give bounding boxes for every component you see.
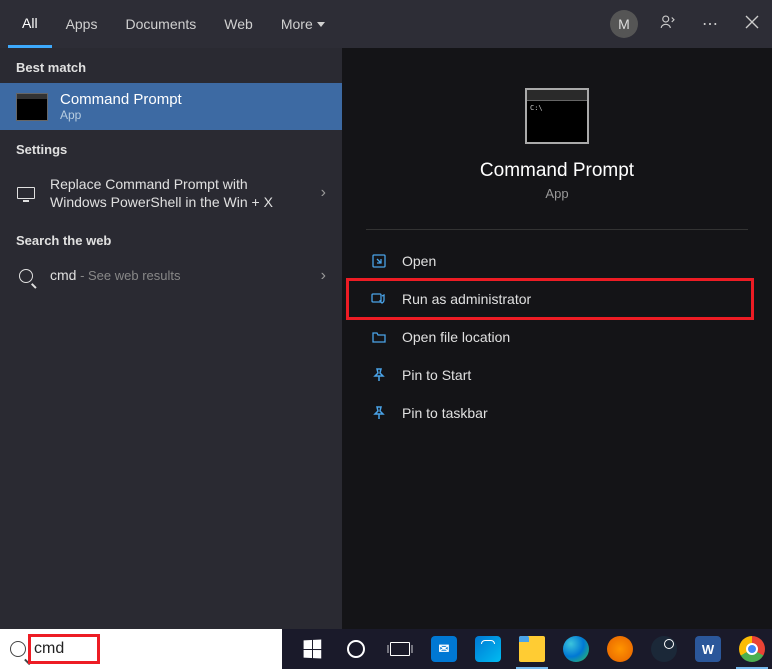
pin-icon: [370, 366, 388, 384]
search-web-header: Search the web: [0, 221, 342, 256]
chrome-icon: [739, 636, 765, 662]
search-icon: [10, 641, 26, 657]
action-pin-start-label: Pin to Start: [402, 367, 471, 383]
taskbar-app-explorer[interactable]: [512, 629, 552, 669]
action-pin-start[interactable]: Pin to Start: [366, 356, 748, 394]
task-view-button[interactable]: [380, 629, 420, 669]
tab-more[interactable]: More: [267, 0, 339, 48]
windows-logo-icon: [304, 640, 322, 659]
taskbar-app-steam[interactable]: [644, 629, 684, 669]
command-prompt-large-icon: [525, 88, 589, 144]
monitor-icon: [17, 187, 35, 199]
action-open[interactable]: Open: [366, 242, 748, 280]
steam-icon: [651, 636, 677, 662]
settings-item-text: Replace Command Prompt with Windows Powe…: [50, 175, 307, 211]
taskbar-app-word[interactable]: W: [688, 629, 728, 669]
task-view-icon: [390, 642, 410, 656]
best-match-subtitle: App: [60, 108, 182, 122]
results-panel: Best match Command Prompt App Settings R…: [0, 48, 342, 629]
search-filter-tabs: All Apps Documents Web More M ⋯: [0, 0, 772, 48]
user-avatar[interactable]: M: [610, 10, 638, 38]
best-match-title: Command Prompt: [60, 91, 182, 108]
search-input[interactable]: [34, 640, 94, 658]
preview-panel: Command Prompt App Open Run as administr…: [342, 48, 772, 629]
action-run-admin[interactable]: Run as administrator: [366, 280, 748, 318]
web-result-item[interactable]: cmd - See web results ›: [0, 256, 342, 295]
mail-icon: ✉: [431, 636, 457, 662]
tab-apps[interactable]: Apps: [52, 0, 112, 48]
command-prompt-icon: [16, 93, 48, 121]
open-icon: [370, 252, 388, 270]
taskbar-app-firefox[interactable]: [600, 629, 640, 669]
tab-all[interactable]: All: [8, 0, 52, 48]
word-icon: W: [695, 636, 721, 662]
cortana-icon: [347, 640, 365, 658]
taskbar-app-chrome[interactable]: [732, 629, 772, 669]
close-button[interactable]: [740, 15, 764, 34]
folder-icon: [370, 328, 388, 346]
store-icon: [475, 636, 501, 662]
tab-more-label: More: [281, 16, 313, 32]
web-result-query: cmd: [50, 267, 76, 283]
settings-result-item[interactable]: Replace Command Prompt with Windows Powe…: [0, 165, 342, 221]
action-pin-taskbar-label: Pin to taskbar: [402, 405, 488, 421]
best-match-result[interactable]: Command Prompt App: [0, 83, 342, 130]
pin-icon: [370, 404, 388, 422]
preview-subtitle: App: [545, 186, 568, 201]
tab-documents[interactable]: Documents: [111, 0, 210, 48]
firefox-icon: [607, 636, 633, 662]
action-run-admin-label: Run as administrator: [402, 291, 531, 307]
cortana-button[interactable]: [336, 629, 376, 669]
action-pin-taskbar[interactable]: Pin to taskbar: [366, 394, 748, 432]
tab-web[interactable]: Web: [210, 0, 267, 48]
taskbar-app-mail[interactable]: ✉: [424, 629, 464, 669]
taskbar-app-store[interactable]: [468, 629, 508, 669]
chevron-down-icon: [317, 22, 325, 27]
web-result-suffix: - See web results: [76, 268, 180, 283]
search-icon: [19, 269, 33, 283]
taskbar-app-edge[interactable]: [556, 629, 596, 669]
feedback-icon[interactable]: [656, 13, 680, 36]
more-options-icon[interactable]: ⋯: [698, 14, 722, 34]
file-explorer-icon: [519, 636, 545, 662]
action-open-location-label: Open file location: [402, 329, 510, 345]
taskbar-search-box[interactable]: [0, 629, 282, 669]
chevron-right-icon: ›: [321, 184, 326, 202]
taskbar: ✉ W: [0, 629, 772, 669]
divider: [366, 229, 748, 230]
best-match-header: Best match: [0, 48, 342, 83]
start-button[interactable]: [292, 629, 332, 669]
preview-title: Command Prompt: [480, 160, 634, 182]
action-open-label: Open: [402, 253, 436, 269]
action-open-location[interactable]: Open file location: [366, 318, 748, 356]
admin-shield-icon: [370, 290, 388, 308]
edge-icon: [563, 636, 589, 662]
settings-header: Settings: [0, 130, 342, 165]
chevron-right-icon: ›: [321, 267, 326, 285]
